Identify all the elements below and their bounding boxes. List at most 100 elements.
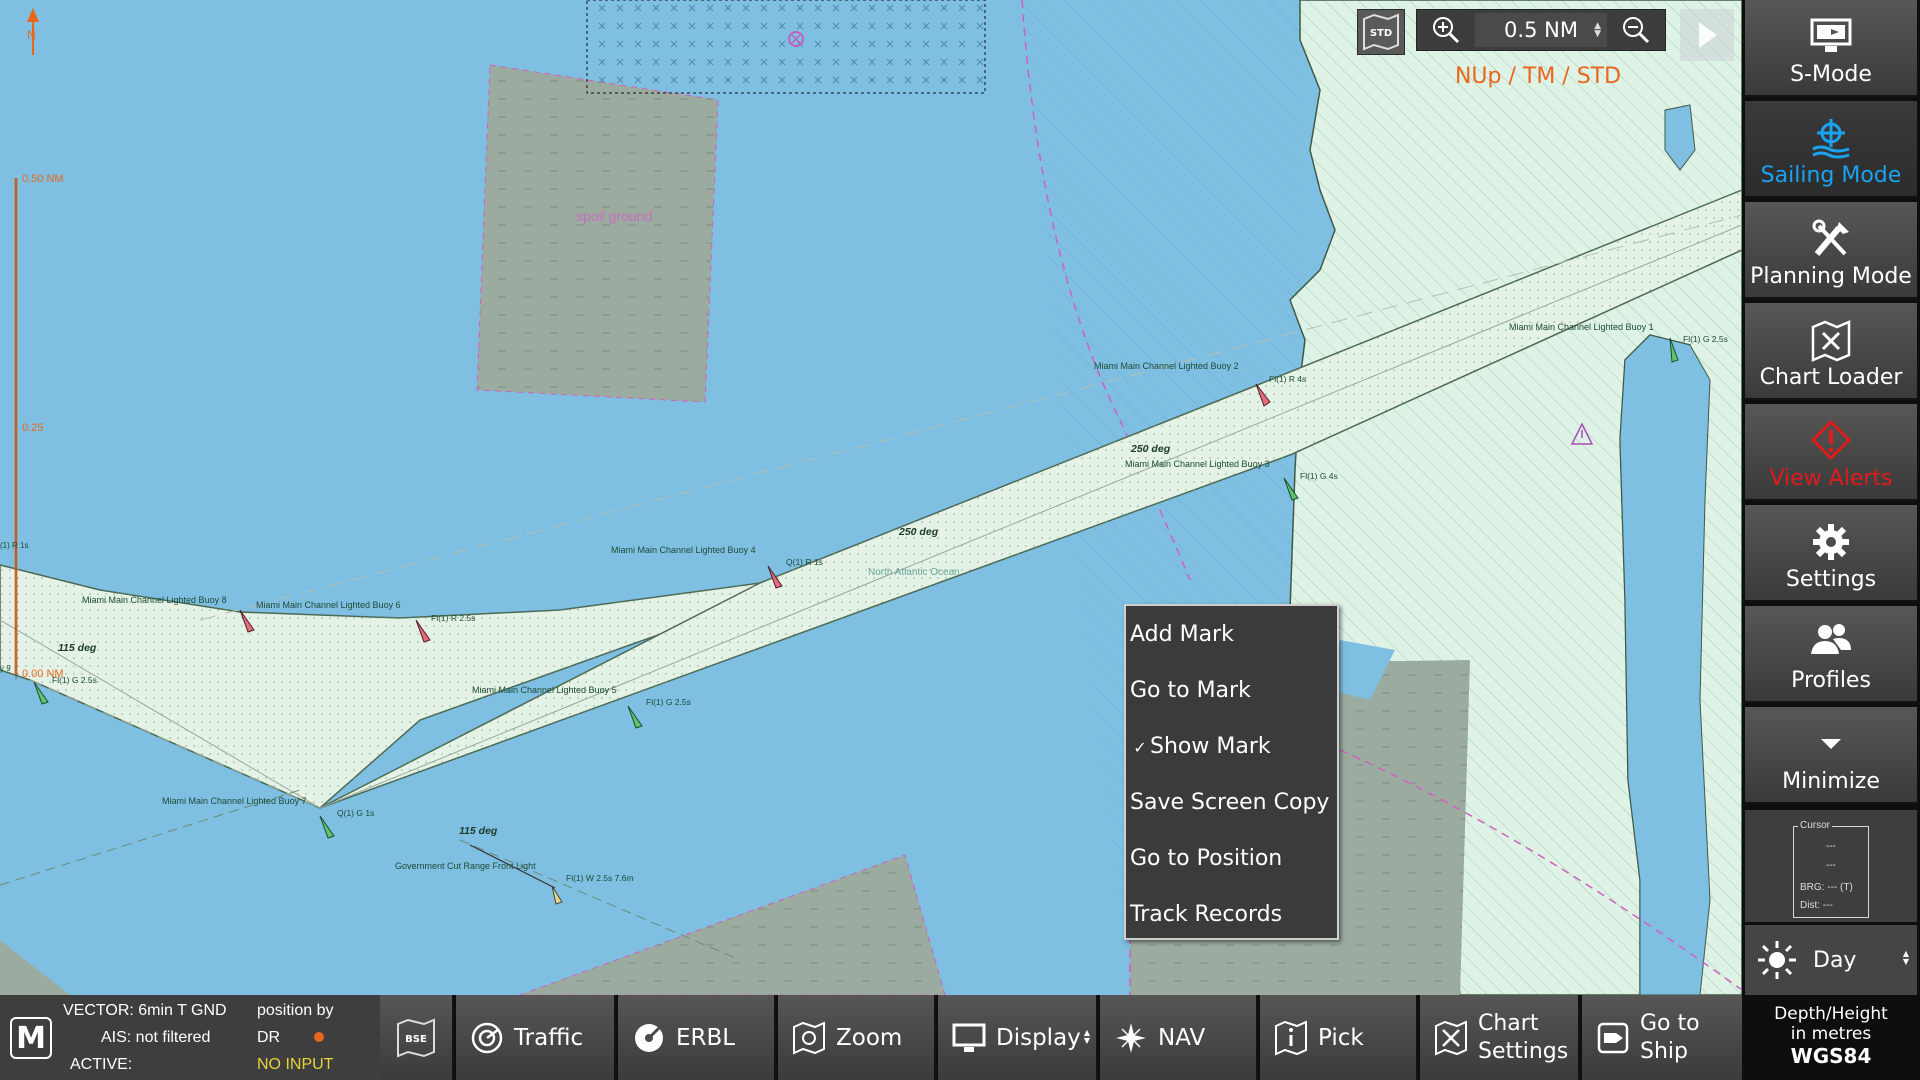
menu-add-mark[interactable]: Add Mark: [1126, 616, 1337, 672]
expand-panel-button[interactable]: [1680, 9, 1734, 61]
deg-label: 250 deg: [899, 526, 939, 538]
day-mode-label: Day: [1813, 947, 1857, 973]
std-display-button[interactable]: STD: [1357, 9, 1405, 55]
pick-button[interactable]: Pick: [1260, 995, 1418, 1080]
chart-settings-icon: [1435, 1019, 1467, 1056]
buoy-6-light: Fl(1) R 2.5s: [431, 613, 476, 623]
bse-button[interactable]: BSE: [380, 995, 454, 1080]
dist-value: ---: [1822, 900, 1833, 911]
cursor-title: Cursor: [1798, 820, 1833, 831]
sidebar-item-s-mode[interactable]: S-Mode: [1745, 0, 1917, 97]
zoom-label: Zoom: [836, 1024, 903, 1051]
nav-label: NAV: [1158, 1024, 1206, 1051]
ocean-label: North Atlantic Ocean: [868, 567, 960, 578]
context-menu: Add Mark Go to Mark ✓ Show Mark Save Scre…: [1124, 604, 1339, 940]
day-night-select[interactable]: Day ▲ ▼: [1745, 925, 1917, 995]
spinner-icon: ▲ ▼: [1083, 1028, 1090, 1045]
std-label: STD: [1370, 28, 1392, 39]
depth-units-info: Depth/Height in metres WGS84: [1742, 1000, 1920, 1068]
display-label: Display: [996, 1024, 1081, 1051]
buoy-2-light: Fl(1) R 4s: [1269, 374, 1307, 384]
menu-item-label: Go to Position: [1130, 846, 1283, 871]
north-label: N: [27, 28, 36, 42]
cursor-panel: Cursor --- --- BRG: --- (T) Dist: ---: [1745, 810, 1917, 922]
status-panel: M VECTOR: 6min T GND AIS: not filtered A…: [0, 995, 380, 1080]
menu-track-records[interactable]: Track Records: [1126, 896, 1337, 952]
sidebar-item-label: View Alerts: [1769, 466, 1893, 491]
dist-label: Dist:: [1800, 900, 1820, 911]
scale-top: 0.50 NM: [22, 173, 64, 185]
brg-label: BRG:: [1800, 882, 1825, 893]
menu-save-screen-copy[interactable]: Save Screen Copy: [1126, 784, 1337, 840]
chart-settings-button[interactable]: Chart Settings: [1420, 995, 1580, 1080]
traffic-button[interactable]: Traffic: [456, 995, 616, 1080]
menu-item-label: Save Screen Copy: [1130, 790, 1330, 815]
edge-label-2: y 9: [0, 664, 11, 673]
nav-button[interactable]: NAV: [1100, 995, 1258, 1080]
spoil-ground-label: spoil ground: [576, 208, 653, 224]
zoom-control: 0.5 NM ▲ ▼: [1416, 9, 1666, 51]
sidebar-item-settings[interactable]: Settings: [1745, 505, 1917, 602]
spinner-icon: ▲ ▼: [1594, 21, 1601, 39]
cursor-info-box: Cursor --- --- BRG: --- (T) Dist: ---: [1793, 820, 1869, 918]
buoy-6-name: Miami Main Channel Lighted Buoy 6: [256, 600, 401, 610]
sidebar-item-planning-mode[interactable]: Planning Mode: [1745, 202, 1917, 299]
menu-go-to-mark[interactable]: Go to Mark: [1126, 672, 1337, 728]
sidebar-item-label: Settings: [1785, 567, 1877, 592]
monitor-icon: [952, 1023, 986, 1052]
deg-label: 250 deg: [1131, 443, 1171, 455]
info-map-icon: [1275, 1019, 1307, 1056]
chevron-down-icon: [1821, 739, 1841, 749]
chart-settings-label-2: Settings: [1478, 1038, 1569, 1064]
brg-unit: (T): [1840, 882, 1853, 893]
menu-item-label: Track Records: [1130, 902, 1283, 927]
menu-item-label: Show Mark: [1150, 734, 1271, 759]
sidebar-item-label: Planning Mode: [1750, 264, 1912, 289]
bottom-toolbar: M VECTOR: 6min T GND AIS: not filtered A…: [0, 995, 1742, 1080]
position-by-label: position by: [257, 1002, 334, 1019]
zoom-out-button[interactable]: [1607, 10, 1665, 50]
chart-view[interactable]: N 0.50 NM 0.25 0.00 NM spoil ground Nort…: [0, 0, 1742, 995]
users-icon: [1811, 624, 1851, 654]
zoom-in-icon: [1433, 17, 1460, 44]
display-button[interactable]: Display ▲ ▼: [938, 995, 1098, 1080]
zoom-range-select[interactable]: 0.5 NM ▲ ▼: [1475, 13, 1607, 47]
menu-go-to-position[interactable]: Go to Position: [1126, 840, 1337, 896]
sidebar-item-chart-loader[interactable]: Chart Loader: [1745, 303, 1917, 400]
chart-map-icon: BSE: [397, 1018, 435, 1057]
go-to-ship-button[interactable]: Go to Ship: [1582, 995, 1742, 1080]
sidebar-item-view-alerts[interactable]: View Alerts: [1745, 404, 1917, 501]
zoom-button[interactable]: Zoom: [778, 995, 936, 1080]
orientation-mode[interactable]: NUp / TM / STD: [1440, 64, 1636, 89]
cursor-line-1: ---: [1826, 841, 1836, 852]
buoy-3-light: Fl(1) G 4s: [1300, 471, 1338, 481]
buoy-4-light: Q(1) R 1s: [786, 557, 823, 567]
sun-icon: [1758, 941, 1796, 979]
sidebar-item-minimize[interactable]: Minimize: [1745, 707, 1917, 804]
depth-unit: in metres: [1790, 1024, 1872, 1044]
buoy-3-name: Miami Main Channel Lighted Buoy 3: [1125, 459, 1270, 469]
alert-icon: [1811, 420, 1851, 460]
zoom-in-button[interactable]: [1417, 10, 1475, 50]
sidebar-item-sailing-mode[interactable]: Sailing Mode: [1745, 101, 1917, 198]
compass-icon: [1116, 1022, 1146, 1053]
buoy-4-name: Miami Main Channel Lighted Buoy 4: [611, 545, 756, 555]
deg-label: 115 deg: [459, 825, 498, 837]
buoy-2-name: Miami Main Channel Lighted Buoy 2: [1094, 361, 1239, 371]
app-logo[interactable]: M: [10, 1017, 52, 1059]
spinner-icon: ▲ ▼: [1902, 949, 1909, 966]
chart-settings-label-1: Chart: [1478, 1010, 1539, 1036]
play-right-icon: [1699, 22, 1717, 48]
sidebar-item-profiles[interactable]: Profiles: [1745, 606, 1917, 703]
ship-target-icon: [1597, 1022, 1629, 1053]
gear-icon: [1813, 524, 1849, 560]
erbl-label: ERBL: [676, 1024, 736, 1051]
erbl-button[interactable]: ERBL: [618, 995, 776, 1080]
monitor-icon: [1810, 18, 1852, 52]
bse-label: BSE: [405, 1034, 427, 1045]
menu-show-mark[interactable]: ✓ Show Mark: [1126, 728, 1337, 784]
depth-label: Depth/Height: [1774, 1004, 1888, 1024]
buoy-7-name: Miami Main Channel Lighted Buoy 7: [162, 796, 307, 806]
range-light-name: Government Cut Range Front Light: [395, 861, 536, 871]
chart-map-icon: [1811, 320, 1851, 362]
